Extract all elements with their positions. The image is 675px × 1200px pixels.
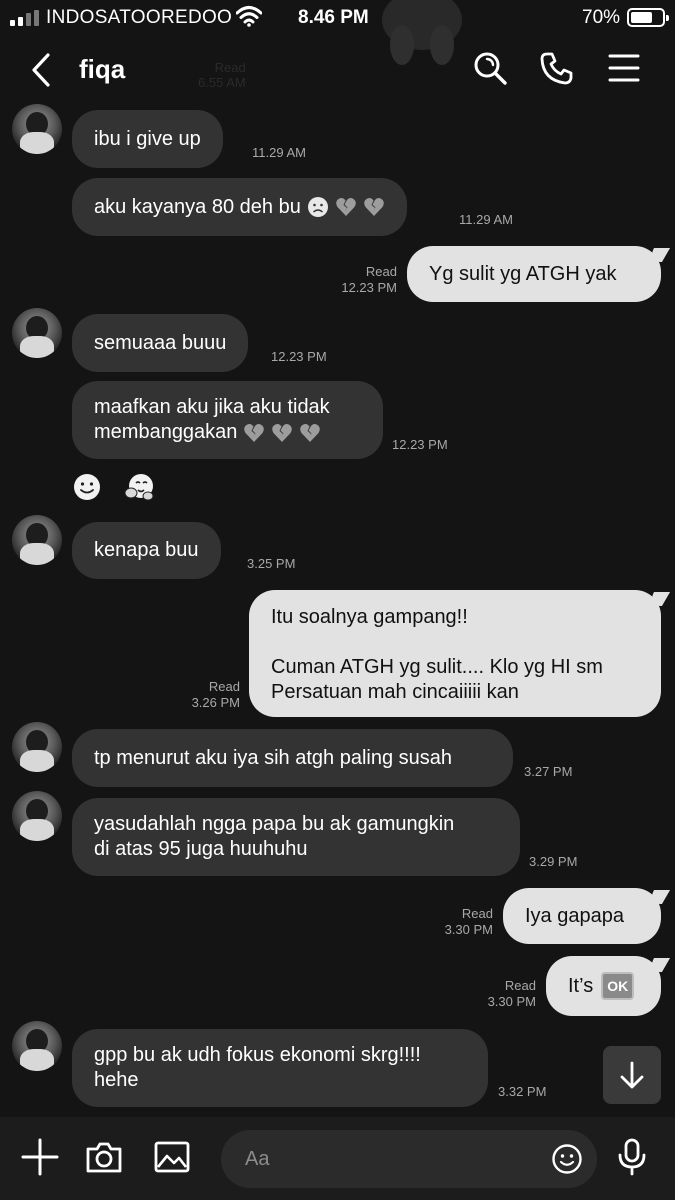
chat-header: fiqa Read 6.55 AM <box>0 36 675 102</box>
microphone-icon[interactable] <box>612 1137 652 1177</box>
contact-avatar[interactable] <box>12 515 62 565</box>
message-text: Itu soalnya gampang!! Cuman ATGH yg suli… <box>271 606 603 703</box>
clock: 8.46 PM <box>298 7 369 28</box>
incoming-message[interactable]: gpp bu ak udh fokus ekonomi skrg!!!! heh… <box>72 1029 488 1107</box>
message-time: 12.23 PM <box>271 349 327 364</box>
ghost-read: Read <box>214 60 246 75</box>
carrier-name: INDOSATOOREDOO <box>46 7 233 28</box>
outgoing-message[interactable]: Iya gapapa <box>503 888 661 944</box>
battery-percent: 70% <box>582 7 621 28</box>
message-time: 12.23 PM <box>392 437 448 452</box>
frown-face-icon <box>307 197 328 217</box>
ghost-time: 6.55 AM <box>198 75 246 90</box>
read-label: Read <box>461 906 493 921</box>
outgoing-message[interactable]: Itu soalnya gampang!! Cuman ATGH yg suli… <box>249 590 661 717</box>
contact-avatar[interactable] <box>12 104 62 154</box>
read-receipt: Read 12.23 PM <box>317 264 397 296</box>
gallery-icon[interactable] <box>152 1137 192 1177</box>
read-receipt: Read 3.30 PM <box>413 906 493 938</box>
broken-heart-icon <box>300 423 321 442</box>
read-label: Read <box>504 978 536 993</box>
message-time: 3.30 PM <box>487 994 536 1009</box>
read-label: Read <box>208 679 240 694</box>
outgoing-message[interactable]: Yg sulit yg ATGH yak <box>407 246 661 302</box>
incoming-message[interactable]: yasudahlah ngga papa bu ak gamungkin di … <box>72 798 520 876</box>
message-text: Iya gapapa <box>525 904 624 927</box>
contact-avatar[interactable] <box>12 308 62 358</box>
contact-avatar[interactable] <box>12 791 62 841</box>
message-text: tp menurut aku iya sih atgh paling susah <box>94 746 452 769</box>
status-bar: INDOSATOOREDOO 8.46 PM 70% <box>0 0 675 36</box>
message-time: 11.29 AM <box>252 145 306 160</box>
emoji-picker-icon[interactable] <box>551 1143 583 1175</box>
read-receipt: Read 3.30 PM <box>456 978 536 1010</box>
message-time: 3.27 PM <box>524 764 573 779</box>
wifi-icon <box>236 6 262 27</box>
incoming-message[interactable]: aku kayanya 80 deh bu <box>72 178 407 236</box>
message-text: maafkan aku jika aku tidak membanggakan <box>94 395 330 445</box>
ok-badge: OK <box>601 972 635 1000</box>
ghost-read-receipt: Read 6.55 AM <box>198 60 246 90</box>
message-time: 3.32 PM <box>498 1084 547 1099</box>
message-text: Yg sulit yg ATGH yak <box>429 262 617 285</box>
message-text: aku kayanya 80 deh bu <box>94 195 301 218</box>
message-time: 3.25 PM <box>247 556 296 571</box>
incoming-message[interactable]: tp menurut aku iya sih atgh paling susah <box>72 729 513 787</box>
phone-icon[interactable] <box>539 50 575 86</box>
back-icon[interactable] <box>28 52 56 88</box>
message-field[interactable] <box>221 1130 597 1188</box>
outgoing-message[interactable]: It’s OK <box>546 956 661 1016</box>
incoming-message[interactable]: semuaaa buuu <box>72 314 249 372</box>
incoming-message[interactable]: kenapa buu <box>72 522 221 579</box>
message-time: 3.30 PM <box>444 922 493 937</box>
message-time: 12.23 PM <box>341 280 397 295</box>
message-text-body: maafkan aku jika aku tidak membanggakan <box>94 396 330 443</box>
read-label: Read <box>365 264 397 279</box>
message-text: gpp bu ak udh fokus ekonomi skrg!!!! heh… <box>94 1044 421 1091</box>
message-text: kenapa buu <box>94 539 199 561</box>
plus-icon[interactable] <box>20 1137 60 1177</box>
broken-heart-icon <box>244 423 265 442</box>
signal-icon <box>10 10 39 26</box>
incoming-message[interactable]: ibu i give up <box>72 110 223 168</box>
message-time: 3.26 PM <box>191 695 240 710</box>
arrow-down-icon <box>620 1061 644 1089</box>
message-input-bar <box>0 1117 675 1200</box>
message-text: ibu i give up <box>94 127 201 150</box>
smile-reaction-icon[interactable] <box>72 472 102 502</box>
incoming-message[interactable]: maafkan aku jika aku tidak membanggakan <box>72 381 383 459</box>
contact-avatar[interactable] <box>12 1021 62 1071</box>
contact-name[interactable]: fiqa <box>79 54 125 85</box>
message-text: yasudahlah ngga papa bu ak gamungkin di … <box>94 813 455 860</box>
search-icon[interactable] <box>472 50 508 86</box>
contact-avatar[interactable] <box>12 722 62 772</box>
message-time: 3.29 PM <box>529 854 578 869</box>
camera-icon[interactable] <box>84 1137 124 1177</box>
menu-icon[interactable] <box>606 50 642 86</box>
message-list[interactable]: ibu i give up 11.29 AM aku kayanya 80 de… <box>0 102 675 1117</box>
broken-heart-icon <box>272 423 293 442</box>
message-text: It’s <box>568 974 594 997</box>
message-text: semuaaa buuu <box>94 331 227 354</box>
scroll-to-bottom-button[interactable] <box>603 1046 661 1104</box>
broken-heart-icon <box>364 197 384 216</box>
read-receipt: Read 3.26 PM <box>160 679 240 711</box>
message-time: 11.29 AM <box>459 212 513 227</box>
message-input[interactable] <box>245 1145 525 1173</box>
battery-icon <box>627 8 669 27</box>
broken-heart-icon <box>336 197 356 216</box>
hug-reaction-icon[interactable] <box>124 472 154 502</box>
